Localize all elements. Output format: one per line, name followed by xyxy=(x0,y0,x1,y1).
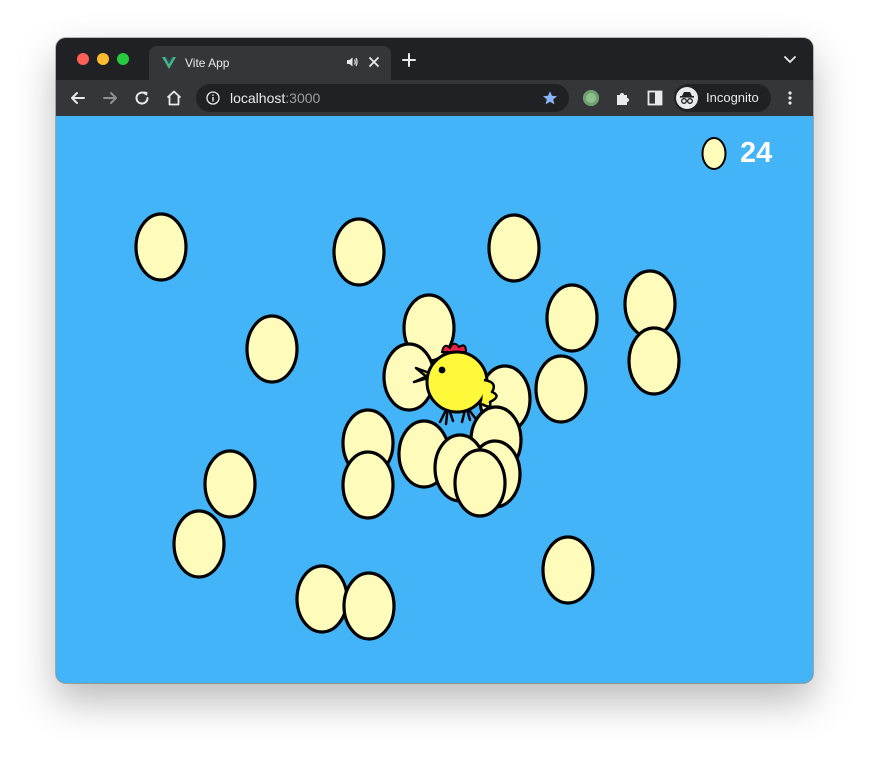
egg xyxy=(487,213,541,283)
minimize-window-button[interactable] xyxy=(97,53,109,65)
browser-window: Vite App localhost:3000 Incognito 24 xyxy=(56,38,813,683)
url-port: :3000 xyxy=(285,90,321,106)
egg xyxy=(534,354,588,424)
sidebar-icon[interactable] xyxy=(646,89,664,107)
egg xyxy=(134,212,188,282)
plus-icon[interactable] xyxy=(401,52,417,68)
egg xyxy=(332,217,386,287)
star-icon[interactable] xyxy=(542,90,558,106)
incognito-label: Incognito xyxy=(706,90,759,105)
egg xyxy=(295,564,349,634)
url-text[interactable]: localhost:3000 xyxy=(230,90,320,106)
maximize-window-button[interactable] xyxy=(117,53,129,65)
vue-logo-icon xyxy=(162,57,176,69)
egg xyxy=(545,283,599,353)
close-icon[interactable] xyxy=(367,55,381,69)
egg-count: 24 xyxy=(740,137,773,169)
reload-icon[interactable] xyxy=(133,89,151,107)
speaker-icon[interactable] xyxy=(345,55,359,69)
egg xyxy=(341,450,395,520)
address-bar[interactable]: localhost:3000 xyxy=(196,84,569,112)
egg xyxy=(541,535,595,605)
chicken-icon[interactable] xyxy=(406,340,516,440)
egg xyxy=(627,326,681,396)
home-icon[interactable] xyxy=(165,89,183,107)
close-window-button[interactable] xyxy=(77,53,89,65)
forward-arrow-icon[interactable] xyxy=(101,89,119,107)
incognito-profile-button[interactable]: Incognito xyxy=(674,84,771,112)
egg xyxy=(203,449,257,519)
egg xyxy=(453,448,507,518)
browser-toolbar: localhost:3000 Incognito xyxy=(56,80,813,116)
incognito-avatar xyxy=(676,87,698,109)
game-viewport[interactable]: 24 xyxy=(56,116,813,683)
info-icon[interactable] xyxy=(206,91,220,105)
egg-score: 24 xyxy=(700,136,772,171)
back-arrow-icon[interactable] xyxy=(69,89,87,107)
kebab-menu-icon[interactable] xyxy=(787,90,793,106)
egg xyxy=(342,571,396,641)
url-host: localhost xyxy=(230,90,286,106)
egg xyxy=(245,314,299,384)
extension-circle-icon[interactable] xyxy=(583,90,599,106)
incognito-icon xyxy=(680,92,694,104)
egg-icon xyxy=(701,137,727,170)
tab-title: Vite App xyxy=(185,56,230,70)
egg xyxy=(172,509,226,579)
title-bar: Vite App xyxy=(56,38,813,80)
chevron-down-icon[interactable] xyxy=(783,55,797,65)
puzzle-icon[interactable] xyxy=(614,89,632,107)
browser-tab[interactable]: Vite App xyxy=(149,46,391,80)
